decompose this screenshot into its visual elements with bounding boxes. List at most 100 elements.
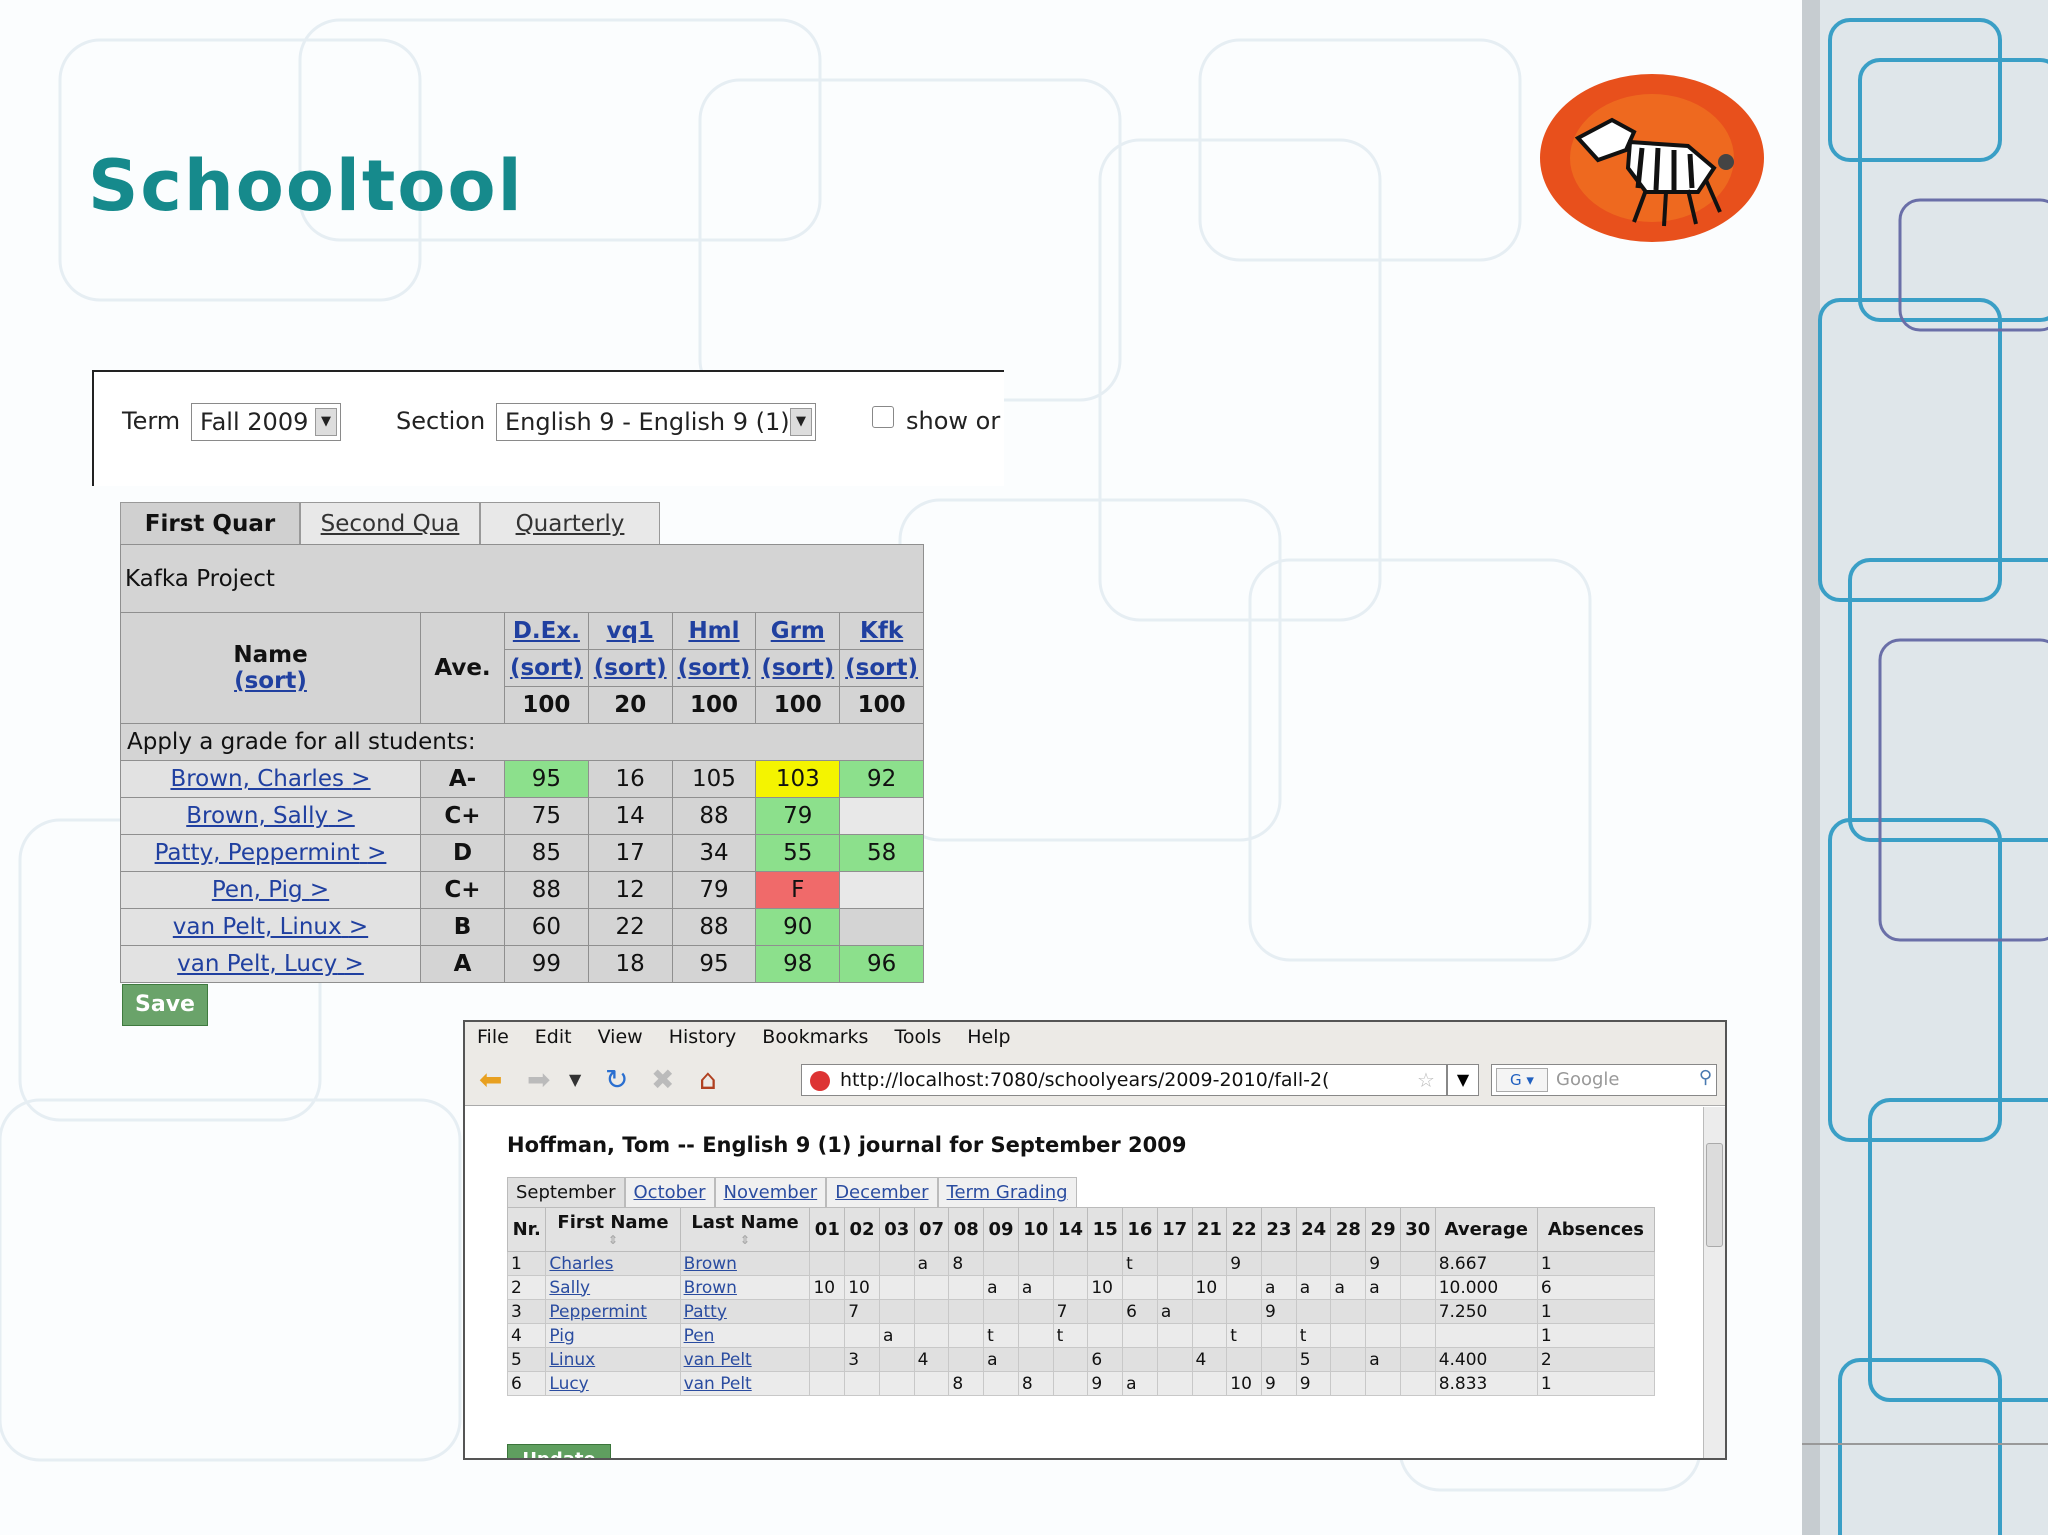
- first-name-header[interactable]: First Name ⇕: [545, 1207, 681, 1252]
- activity-dex-link[interactable]: D.Ex.: [504, 612, 589, 650]
- activity-vq1-link[interactable]: vq1: [587, 612, 673, 650]
- journal-cell[interactable]: 5: [1295, 1347, 1332, 1372]
- journal-cell[interactable]: 9: [1295, 1371, 1332, 1396]
- student-name-link[interactable]: Patty, Peppermint >: [120, 834, 421, 872]
- tab-term-grading[interactable]: Term Grading: [937, 1177, 1077, 1207]
- first-name-link[interactable]: Sally: [545, 1275, 681, 1300]
- journal-cell[interactable]: [1261, 1347, 1297, 1372]
- back-arrow-icon[interactable]: ⬅: [479, 1064, 502, 1096]
- journal-cell[interactable]: [1052, 1251, 1089, 1276]
- score-cell[interactable]: 95: [671, 945, 757, 983]
- journal-cell[interactable]: 6: [1122, 1299, 1158, 1324]
- score-cell[interactable]: 90: [755, 908, 841, 946]
- first-name-link[interactable]: Lucy: [545, 1371, 681, 1396]
- url-bar[interactable]: http://localhost:7080/schoolyears/2009-2…: [801, 1064, 1447, 1096]
- journal-cell[interactable]: [1017, 1299, 1054, 1324]
- journal-cell[interactable]: [1087, 1299, 1124, 1324]
- journal-cell[interactable]: [1156, 1371, 1193, 1396]
- journal-cell[interactable]: 6: [1087, 1347, 1124, 1372]
- journal-cell[interactable]: [1295, 1251, 1332, 1276]
- first-name-link[interactable]: Pig: [545, 1323, 681, 1348]
- search-input[interactable]: G ▾ Google ⚲: [1491, 1064, 1717, 1096]
- journal-cell[interactable]: [1399, 1275, 1436, 1300]
- sort-by-name-link[interactable]: (sort): [123, 668, 418, 694]
- journal-cell[interactable]: [1017, 1323, 1054, 1348]
- journal-cell[interactable]: [878, 1371, 915, 1396]
- journal-cell[interactable]: [1087, 1323, 1124, 1348]
- score-cell[interactable]: 14: [587, 797, 673, 835]
- journal-cell[interactable]: a: [913, 1251, 950, 1276]
- activity-grm-link[interactable]: Grm: [755, 612, 841, 650]
- journal-cell[interactable]: [1156, 1251, 1193, 1276]
- tab-first-quarter[interactable]: First Quar: [120, 502, 300, 546]
- score-cell[interactable]: 98: [755, 945, 841, 983]
- history-dropdown-icon[interactable]: ▼: [569, 1064, 581, 1096]
- menu-history[interactable]: History: [669, 1026, 737, 1052]
- score-cell[interactable]: 103: [755, 760, 841, 798]
- last-name-link[interactable]: van Pelt: [679, 1371, 811, 1396]
- journal-cell[interactable]: [1330, 1251, 1367, 1276]
- journal-cell[interactable]: [1261, 1251, 1297, 1276]
- journal-cell[interactable]: [1365, 1299, 1401, 1324]
- journal-cell[interactable]: 10: [1226, 1371, 1263, 1396]
- journal-cell[interactable]: [913, 1275, 950, 1300]
- score-cell[interactable]: [839, 797, 924, 835]
- search-magnifier-icon[interactable]: ⚲: [1699, 1067, 1712, 1088]
- menu-view[interactable]: View: [598, 1026, 643, 1052]
- tab-december[interactable]: December: [826, 1177, 938, 1207]
- score-cell[interactable]: 55: [755, 834, 841, 872]
- score-cell[interactable]: 96: [839, 945, 924, 983]
- score-cell[interactable]: 16: [587, 760, 673, 798]
- reload-icon[interactable]: ↻: [605, 1064, 628, 1096]
- journal-cell[interactable]: t: [1226, 1323, 1263, 1348]
- menu-bookmarks[interactable]: Bookmarks: [762, 1026, 868, 1052]
- journal-cell[interactable]: 8: [948, 1371, 985, 1396]
- first-name-link[interactable]: Linux: [545, 1347, 681, 1372]
- student-name-link[interactable]: van Pelt, Linux >: [120, 908, 421, 946]
- journal-cell[interactable]: 9: [1261, 1299, 1297, 1324]
- score-cell[interactable]: 34: [671, 834, 757, 872]
- stop-icon[interactable]: ✖: [651, 1064, 674, 1096]
- menu-tools[interactable]: Tools: [894, 1026, 941, 1052]
- term-select[interactable]: Fall 2009 ▼: [191, 403, 341, 441]
- activity-kfk-link[interactable]: Kfk: [839, 612, 924, 650]
- journal-cell[interactable]: [844, 1371, 880, 1396]
- journal-cell[interactable]: [1226, 1275, 1263, 1300]
- journal-cell[interactable]: [1122, 1275, 1158, 1300]
- journal-cell[interactable]: 10: [809, 1275, 846, 1300]
- score-cell[interactable]: 88: [504, 871, 589, 909]
- journal-cell[interactable]: a: [1017, 1275, 1054, 1300]
- score-cell[interactable]: 105: [671, 760, 757, 798]
- menu-help[interactable]: Help: [967, 1026, 1010, 1052]
- journal-cell[interactable]: [809, 1347, 846, 1372]
- journal-cell[interactable]: [1261, 1323, 1297, 1348]
- journal-cell[interactable]: 4: [913, 1347, 950, 1372]
- journal-cell[interactable]: [1191, 1299, 1228, 1324]
- score-cell[interactable]: 88: [671, 908, 757, 946]
- journal-cell[interactable]: 9: [1365, 1251, 1401, 1276]
- section-select[interactable]: English 9 - English 9 (1) ▼: [496, 403, 816, 441]
- search-engine-selector[interactable]: G ▾: [1496, 1068, 1548, 1092]
- last-name-link[interactable]: Pen: [679, 1323, 811, 1348]
- journal-cell[interactable]: 3: [844, 1347, 880, 1372]
- journal-cell[interactable]: a: [1365, 1347, 1401, 1372]
- journal-cell[interactable]: [878, 1251, 915, 1276]
- journal-cell[interactable]: [1330, 1323, 1367, 1348]
- journal-cell[interactable]: [1156, 1347, 1193, 1372]
- journal-cell[interactable]: [1052, 1275, 1089, 1300]
- journal-cell[interactable]: [1122, 1323, 1158, 1348]
- journal-cell[interactable]: 7: [1052, 1299, 1089, 1324]
- journal-cell[interactable]: [913, 1371, 950, 1396]
- scrollbar-thumb[interactable]: [1706, 1143, 1723, 1247]
- tab-october[interactable]: October: [624, 1177, 715, 1207]
- show-only-checkbox[interactable]: [872, 406, 894, 428]
- journal-cell[interactable]: [1156, 1275, 1193, 1300]
- score-cell[interactable]: 99: [504, 945, 589, 983]
- score-cell[interactable]: 22: [587, 908, 673, 946]
- journal-cell[interactable]: a: [1365, 1275, 1401, 1300]
- journal-cell[interactable]: [1122, 1347, 1158, 1372]
- journal-cell[interactable]: 8: [948, 1251, 985, 1276]
- journal-cell[interactable]: [1087, 1251, 1124, 1276]
- sort-vq1-link[interactable]: (sort): [587, 649, 673, 687]
- menu-file[interactable]: File: [477, 1026, 509, 1052]
